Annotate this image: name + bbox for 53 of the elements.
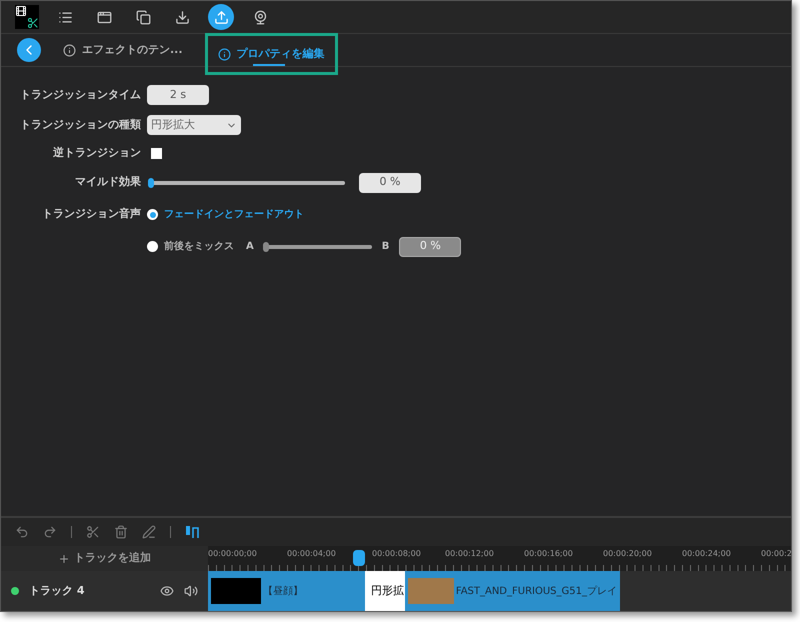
add-track-button[interactable]: トラックを追加 [1,546,208,571]
plus-icon [58,552,70,564]
clip-title: 【昼顔】 [263,584,303,598]
info-icon [63,44,76,56]
time-tick-label: 00:00:00;00 [208,548,257,560]
eye-icon[interactable] [160,584,174,598]
app-logo-icon[interactable] [15,5,39,29]
video-clip[interactable]: 【昼顔】 [208,571,365,611]
slider-handle[interactable] [148,178,154,188]
radio-label: 前後をミックス [164,240,234,254]
edit-icon[interactable] [142,525,156,539]
time-tick-label: 00:00:04;00 [287,548,336,560]
track-name: トラック 4 [29,582,86,599]
radio-button[interactable] [147,209,158,220]
tab-underline [252,64,285,66]
radio-label: フェードインとフェードアウト [164,208,304,222]
slider-label: B [382,240,390,254]
field-label: トランジッションタイム [19,86,141,103]
tab[interactable]: エフェクトのテン... [55,33,191,67]
time-tick-label: 00:00:24;00 [682,548,731,560]
type-dropdown[interactable]: 円形拡大 [147,115,241,135]
slider-label: A [246,240,254,254]
field-label: トランジッションの種類 [19,116,141,133]
field-label: トランジション音声 [41,206,141,222]
delete-icon[interactable] [114,525,128,539]
time-tick-label: 00:00:16;00 [524,548,573,560]
info-icon [218,48,231,60]
field-label: マイルド効果 [74,174,141,190]
reverse-checkbox[interactable] [151,148,162,159]
slider-handle[interactable] [262,242,269,252]
playhead-handle[interactable] [353,550,365,566]
redo-icon[interactable] [43,525,57,539]
cut-icon[interactable] [86,525,100,539]
mild-value-field[interactable]: 0 % [359,172,421,192]
time-tick-label: 00:00:12;00 [445,548,494,560]
transition-clip[interactable]: 円形拡 [365,571,405,611]
undo-icon[interactable] [15,525,29,539]
tab[interactable]: プロパティを編集 [204,33,338,75]
radio-button[interactable] [147,241,158,252]
clip-title: FAST_AND_FURIOUS_G51_プレイ [456,584,617,598]
time-tick-label: 00:00:20;00 [603,548,652,560]
snap-icon[interactable] [185,525,199,539]
video-clip[interactable]: FAST_AND_FURIOUS_G51_プレイ [405,571,620,611]
time-tick-label: 00:00:08;00 [372,548,421,560]
time-field[interactable]: 2 s [147,85,209,105]
thumbnail-placeholder [408,578,454,604]
mix-value-field[interactable]: 0 % [399,236,462,256]
back-button[interactable] [17,38,41,62]
speaker-icon[interactable] [184,584,198,598]
thumbnail-placeholder [211,578,261,604]
time-tick-label: 00:00:2 [761,548,791,560]
upload-icon[interactable] [208,4,234,30]
field-label: 逆トランジション [52,145,141,161]
